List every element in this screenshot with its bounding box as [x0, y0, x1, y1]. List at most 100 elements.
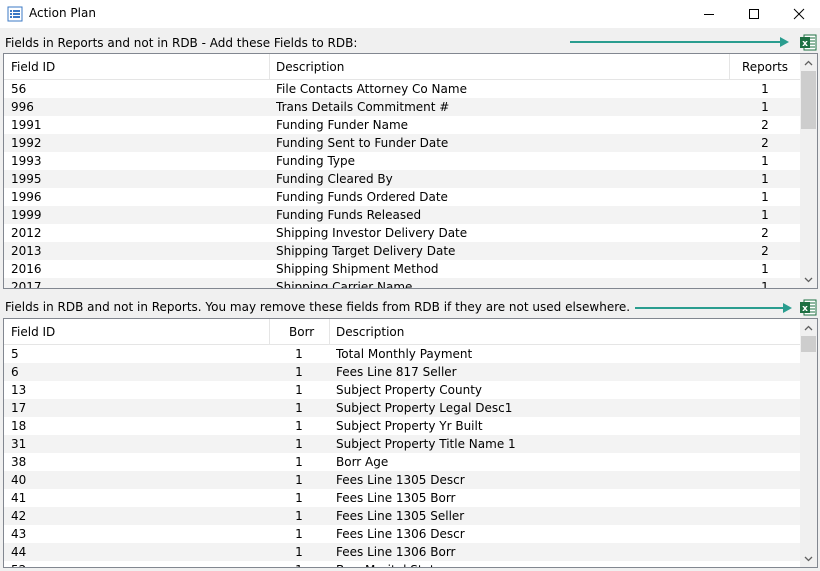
table-row[interactable]: 1991 Funding Funder Name 2	[4, 116, 801, 134]
table-row[interactable]: 13 1 Subject Property County	[4, 381, 801, 399]
borr-cell: 1	[295, 509, 303, 523]
table-row[interactable]: 5 1 Total Monthly Payment	[4, 345, 801, 363]
column-header-reports[interactable]: Reports	[729, 54, 801, 80]
table-row[interactable]: 996 Trans Details Commitment # 1	[4, 98, 801, 116]
scroll-up-button[interactable]	[800, 319, 817, 336]
table-row[interactable]: 44 1 Fees Line 1306 Borr	[4, 543, 801, 561]
reports-cell: 2	[761, 244, 769, 258]
close-icon	[793, 8, 805, 20]
table-row[interactable]: 38 1 Borr Age	[4, 453, 801, 471]
window-title: Action Plan	[29, 6, 96, 20]
maximize-button[interactable]	[731, 0, 777, 28]
table-row[interactable]: 2013 Shipping Target Delivery Date 2	[4, 242, 801, 260]
reports-cell: 1	[761, 262, 769, 276]
close-button[interactable]	[776, 0, 820, 28]
field-id-cell: 1996	[11, 190, 42, 204]
field-id-cell: 1999	[11, 208, 42, 222]
description-cell: Borr Marital Status	[336, 561, 796, 567]
field-id-cell: 1993	[11, 154, 42, 168]
column-header-description[interactable]: Description	[269, 54, 729, 80]
description-cell: Subject Property Title Name 1	[336, 437, 516, 451]
borr-cell: 1	[295, 347, 303, 361]
arrow-icon	[635, 303, 792, 313]
description-cell: Funding Sent to Funder Date	[276, 136, 449, 150]
field-id-cell: 13	[11, 383, 27, 397]
borr-cell: 1	[295, 383, 303, 397]
borr-cell: 1	[295, 419, 303, 433]
excel-icon[interactable]: x	[799, 34, 817, 51]
chevron-down-icon	[804, 277, 813, 282]
column-header-description[interactable]: Description	[329, 319, 801, 345]
description-cell: Fees Line 1305 Seller	[336, 509, 465, 523]
column-header-borr[interactable]: Borr	[269, 319, 329, 345]
reports-cell: 2	[761, 118, 769, 132]
scroll-up-button[interactable]	[800, 54, 817, 71]
field-id-cell: 2013	[11, 244, 42, 258]
table-row[interactable]: 2016 Shipping Shipment Method 1	[4, 260, 801, 278]
field-id-cell: 1992	[11, 136, 42, 150]
column-header-field-id[interactable]: Field ID	[4, 54, 269, 80]
chevron-up-icon	[804, 325, 813, 330]
vertical-scrollbar[interactable]	[800, 319, 817, 567]
top-section-label: Fields in Reports and not in RDB - Add t…	[5, 36, 358, 50]
reports-cell: 1	[761, 100, 769, 114]
minimize-button[interactable]	[686, 0, 732, 28]
description-cell: Total Monthly Payment	[336, 347, 473, 361]
bottom-section-label: Fields in RDB and not in Reports. You ma…	[5, 300, 631, 314]
field-id-cell: 2017	[11, 280, 42, 289]
table-row[interactable]: 521 Borr Marital Status	[4, 561, 801, 567]
arrow-icon	[570, 37, 789, 47]
svg-text:x: x	[802, 39, 808, 49]
field-id-cell: 42	[11, 509, 27, 523]
field-id-cell: 56	[11, 82, 27, 96]
reports-cell: 1	[761, 190, 769, 204]
table-row[interactable]: 1995 Funding Cleared By 1	[4, 170, 801, 188]
description-cell: Funding Funder Name	[276, 118, 409, 132]
vertical-scrollbar[interactable]	[800, 54, 817, 288]
table-row[interactable]: 1999 Funding Funds Released 1	[4, 206, 801, 224]
description-cell: Funding Type	[276, 154, 356, 168]
field-id-cell: 996	[11, 100, 34, 114]
table-row[interactable]: 17 1 Subject Property Legal Desc1	[4, 399, 801, 417]
title-bar: Action Plan	[0, 0, 820, 28]
table-row[interactable]: 6 1 Fees Line 817 Seller	[4, 363, 801, 381]
table-row[interactable]: 2012 Shipping Investor Delivery Date 2	[4, 224, 801, 242]
table-row[interactable]: 41 1 Fees Line 1305 Borr	[4, 489, 801, 507]
reports-cell: 2	[761, 226, 769, 240]
borr-cell: 1	[295, 401, 303, 415]
table-row[interactable]: 43 1 Fees Line 1306 Descr	[4, 525, 801, 543]
description-cell: Fees Line 1306 Descr	[336, 527, 465, 541]
grid-header: Field ID Description Reports	[4, 54, 801, 80]
field-id-cell: 2012	[11, 226, 42, 240]
table-row[interactable]: 2017 Shipping Carrier Name 1	[4, 278, 801, 289]
scroll-down-button[interactable]	[800, 550, 817, 567]
grid-header: Field ID Borr Description	[4, 319, 801, 345]
minimize-icon	[704, 14, 714, 15]
reports-cell: 1	[761, 280, 769, 289]
description-cell: Fees Line 1306 Borr	[336, 545, 456, 559]
table-row[interactable]: 18 1 Subject Property Yr Built	[4, 417, 801, 435]
description-cell: Fees Line 1305 Borr	[336, 491, 456, 505]
scroll-down-button[interactable]	[800, 271, 817, 288]
field-id-cell: 52	[11, 561, 266, 567]
rdb-fields-grid: Field ID Borr Description 5 1 Total Monthl…	[3, 318, 818, 568]
grid-rows: 56 File Contacts Attorney Co Name 1 996 Tran…	[4, 80, 801, 289]
table-row[interactable]: 31 1 Subject Property Title Name 1	[4, 435, 801, 453]
borr-cell: 1	[295, 545, 303, 559]
table-row[interactable]: 42 1 Fees Line 1305 Seller	[4, 507, 801, 525]
table-row[interactable]: 40 1 Fees Line 1305 Descr	[4, 471, 801, 489]
chevron-down-icon	[804, 556, 813, 561]
description-cell: Shipping Shipment Method	[276, 262, 439, 276]
field-id-cell: 44	[11, 545, 27, 559]
table-row[interactable]: 1993 Funding Type 1	[4, 152, 801, 170]
column-header-field-id[interactable]: Field ID	[4, 319, 269, 345]
table-row[interactable]: 1992 Funding Sent to Funder Date 2	[4, 134, 801, 152]
excel-icon[interactable]: x	[799, 299, 817, 316]
grid-rows: 5 1 Total Monthly Payment 6 1 Fees Line 817 S…	[4, 345, 801, 567]
scroll-thumb[interactable]	[801, 71, 816, 129]
table-row[interactable]: 56 File Contacts Attorney Co Name 1	[4, 80, 801, 98]
scroll-thumb[interactable]	[801, 336, 816, 352]
description-cell: File Contacts Attorney Co Name	[276, 82, 467, 96]
description-cell: Shipping Target Delivery Date	[276, 244, 456, 258]
table-row[interactable]: 1996 Funding Funds Ordered Date 1	[4, 188, 801, 206]
